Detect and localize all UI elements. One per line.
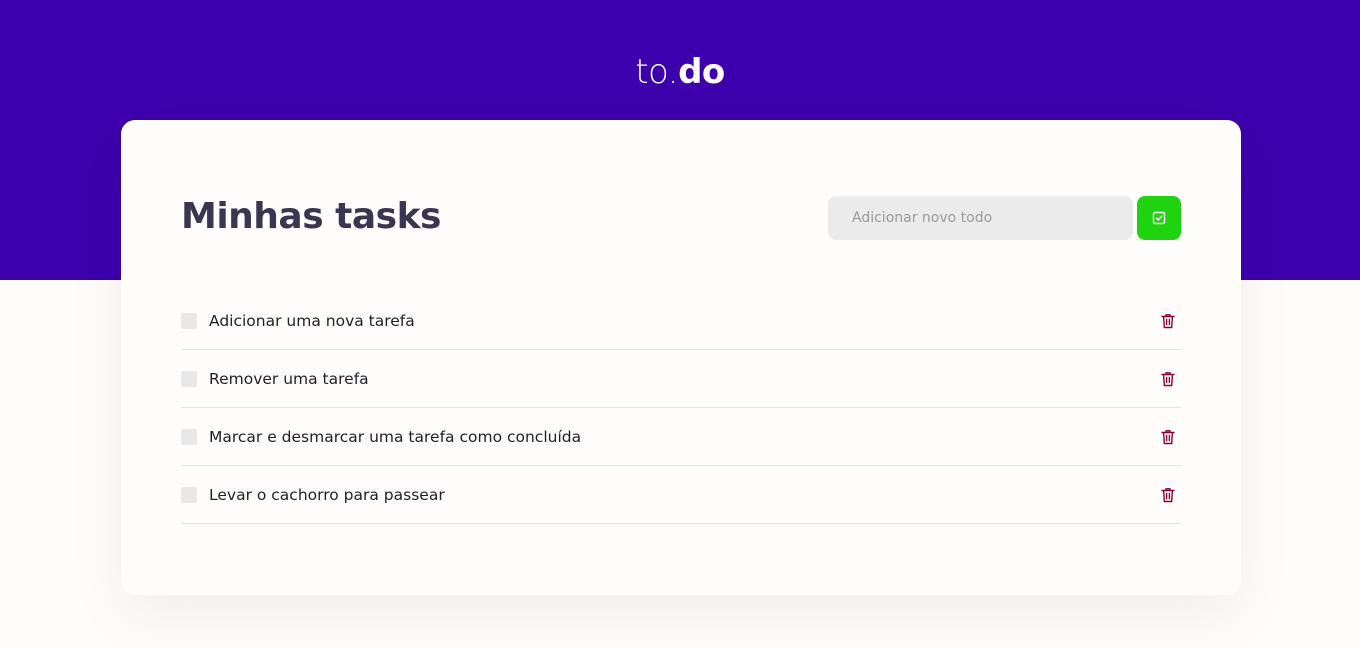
delete-task-button[interactable] [1159, 486, 1177, 504]
task-checkbox[interactable] [181, 428, 197, 445]
trash-icon [1161, 371, 1175, 386]
task-checkbox[interactable] [181, 370, 197, 387]
add-task-button[interactable] [1137, 196, 1181, 240]
task-label: Adicionar uma nova tarefa [209, 311, 415, 330]
page-title: Minhas tasks [181, 196, 441, 237]
app-logo: to.do [635, 52, 725, 92]
tasks-card: Minhas tasks Adicionar uma nova tarefa R… [121, 120, 1241, 595]
trash-icon [1161, 313, 1175, 328]
delete-task-button[interactable] [1159, 312, 1177, 330]
task-item: Adicionar uma nova tarefa [181, 292, 1181, 350]
task-checkbox[interactable] [181, 312, 197, 329]
trash-icon [1161, 487, 1175, 502]
delete-task-button[interactable] [1159, 370, 1177, 388]
task-item: Remover uma tarefa [181, 350, 1181, 408]
task-label: Remover uma tarefa [209, 369, 369, 388]
task-item: Marcar e desmarcar uma tarefa como concl… [181, 408, 1181, 466]
trash-icon [1161, 429, 1175, 444]
check-square-icon [1152, 211, 1166, 225]
task-list: Adicionar uma nova tarefa Remover uma ta… [181, 292, 1181, 524]
task-label: Marcar e desmarcar uma tarefa como concl… [209, 427, 582, 446]
new-task-input[interactable] [828, 196, 1133, 240]
task-label: Levar o cachorro para passear [209, 485, 445, 504]
task-item: Levar o cachorro para passear [181, 466, 1181, 524]
task-checkbox[interactable] [181, 486, 197, 503]
delete-task-button[interactable] [1159, 428, 1177, 446]
